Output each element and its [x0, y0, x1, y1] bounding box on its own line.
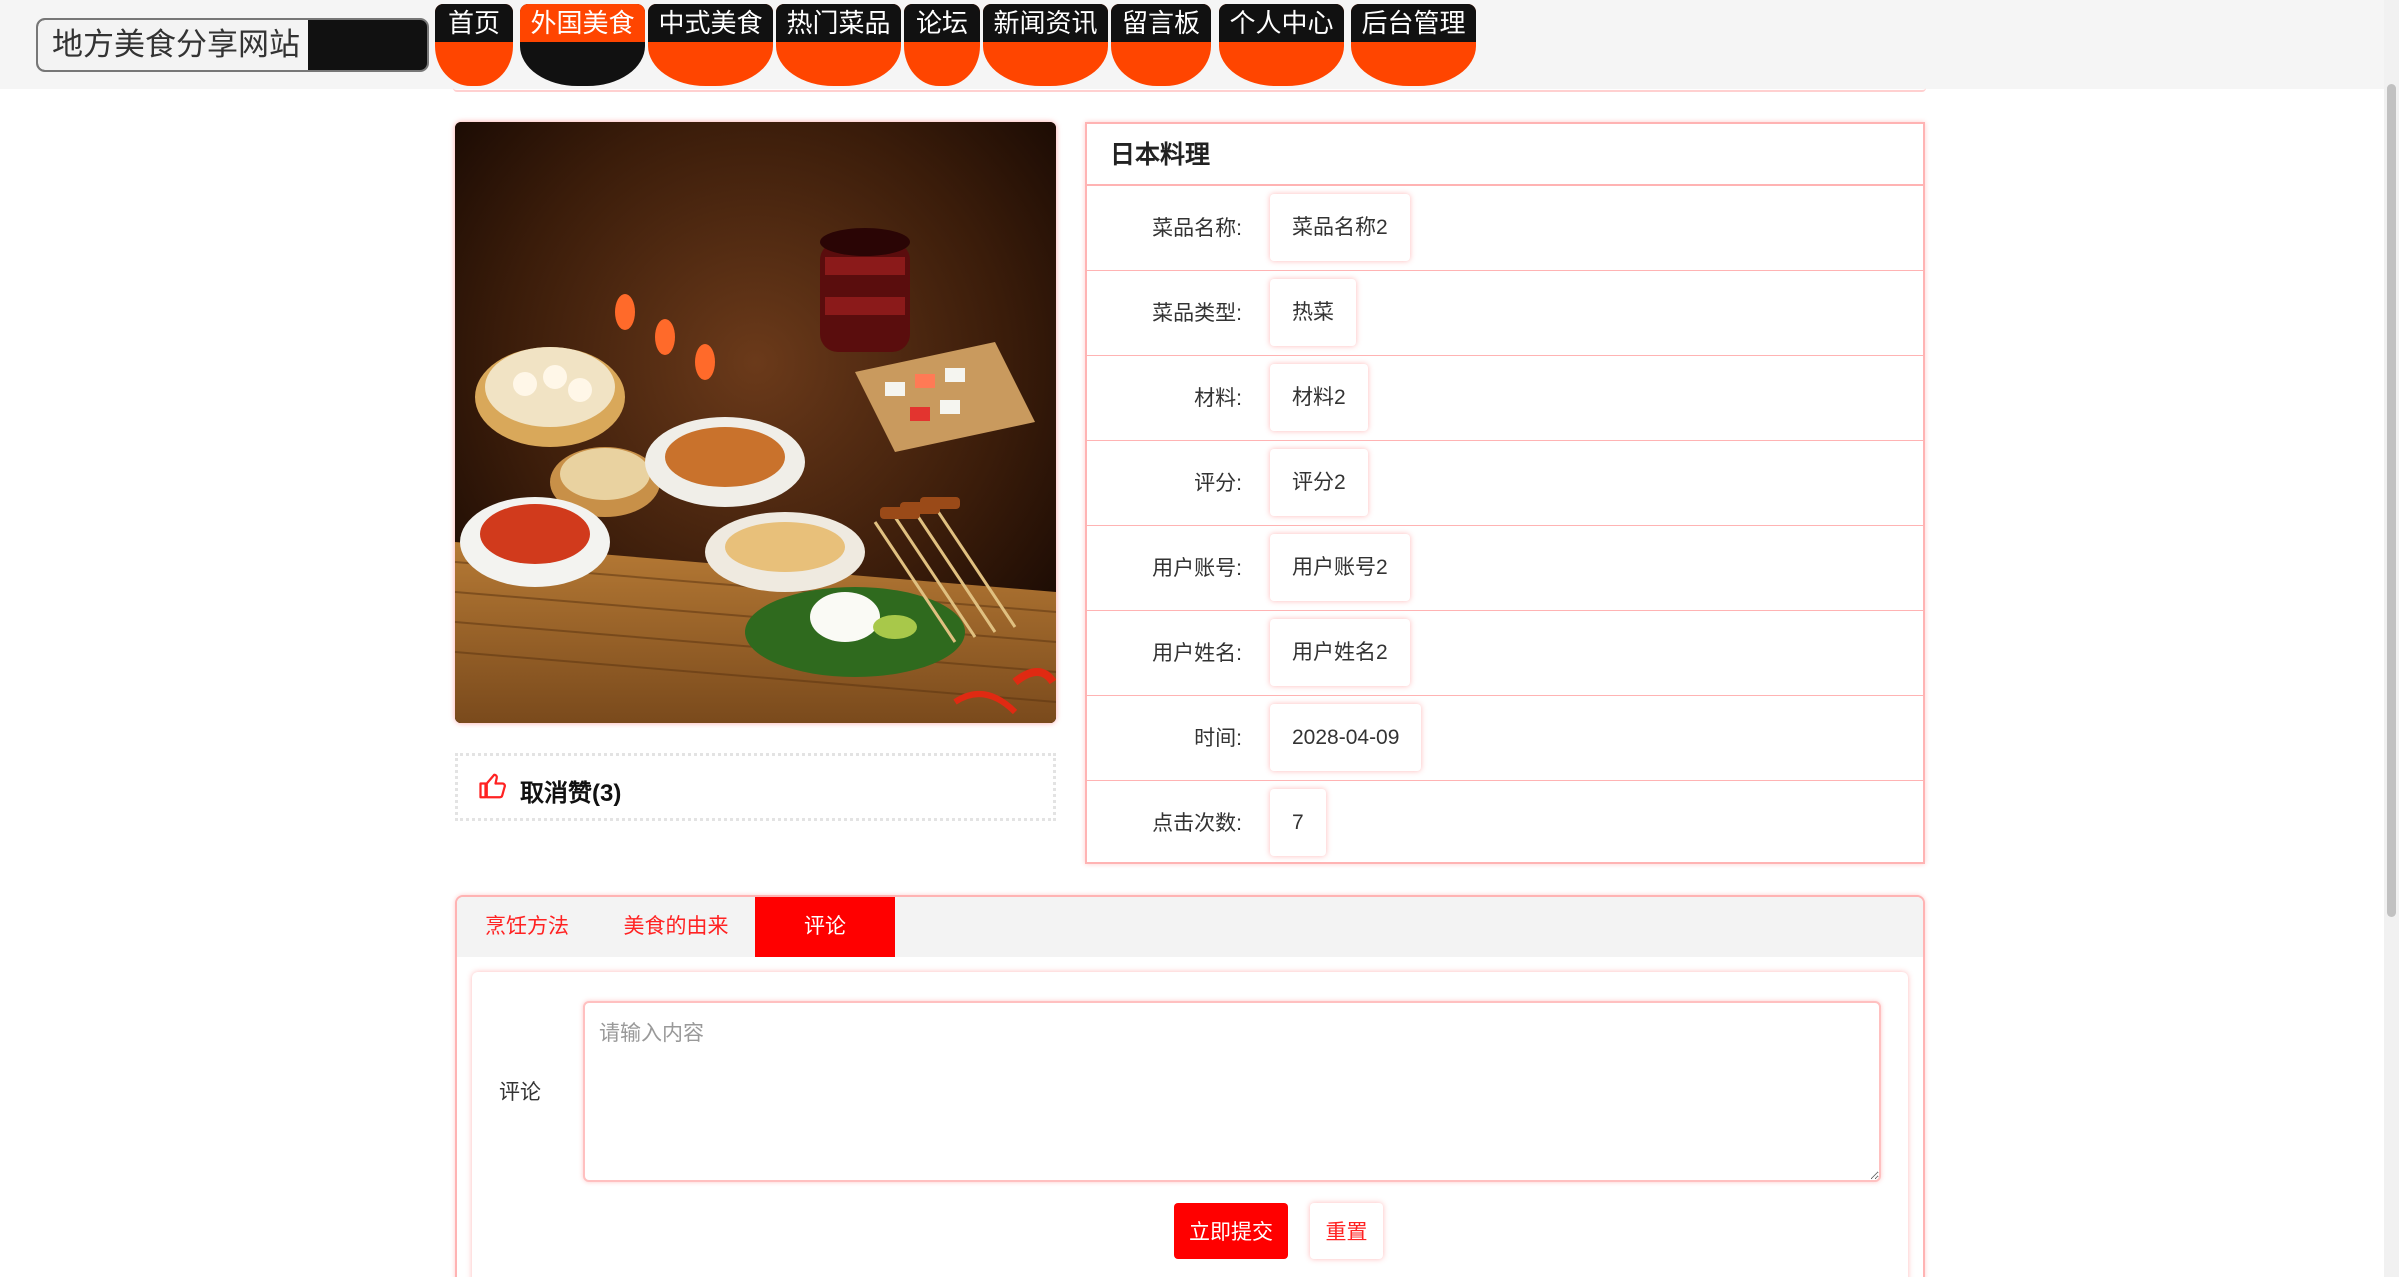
tabs-panel: 烹饪方法 美食的由来 评论 评论 立即提交 重置: [455, 895, 1925, 1277]
tab-cooking-method[interactable]: 烹饪方法: [457, 897, 597, 957]
divider: [453, 88, 1926, 92]
nav-item-chinese-food[interactable]: 中式美食: [648, 4, 773, 86]
detail-row-ingredients: 材料: 材料2: [1087, 356, 1923, 441]
tab-bar: 烹饪方法 美食的由来 评论: [457, 897, 1923, 957]
detail-row-rating: 评分: 评分2: [1087, 441, 1923, 526]
detail-label: 用户账号:: [1152, 557, 1242, 580]
detail-value: 用户姓名2: [1270, 619, 1410, 686]
detail-value: 菜品名称2: [1270, 194, 1410, 261]
detail-label: 材料:: [1194, 387, 1242, 410]
detail-label: 菜品类型:: [1152, 302, 1242, 325]
detail-value: 用户账号2: [1270, 534, 1410, 601]
detail-row-click-count: 点击次数: 7: [1087, 781, 1923, 866]
detail-row-user-name: 用户姓名: 用户姓名2: [1087, 611, 1923, 696]
nav-item-message-board[interactable]: 留言板: [1111, 4, 1211, 86]
detail-value: 热菜: [1270, 279, 1356, 346]
detail-label: 评分:: [1194, 472, 1242, 495]
detail-label: 用户姓名:: [1152, 642, 1242, 665]
detail-label: 点击次数:: [1152, 812, 1242, 835]
detail-row-time: 时间: 2028-04-09: [1087, 696, 1923, 781]
nav-label: 新闻资讯: [983, 4, 1108, 42]
detail-row-user-account: 用户账号: 用户账号2: [1087, 526, 1923, 611]
nav-item-news[interactable]: 新闻资讯: [983, 4, 1108, 86]
reset-button[interactable]: 重置: [1310, 1203, 1383, 1259]
detail-label: 菜品名称:: [1152, 217, 1242, 240]
detail-value: 2028-04-09: [1270, 704, 1422, 771]
like-button[interactable]: 取消赞(3): [455, 753, 1056, 821]
food-feast-photo: [455, 122, 1056, 723]
nav-label: 论坛: [904, 4, 980, 42]
top-navigation-bar: 地方美食分享网站 首页 外国美食 中式美食 热门菜品 论坛 新闻资讯 留言板 个…: [0, 0, 2384, 89]
nav-label: 个人中心: [1219, 4, 1344, 42]
nav-item-hot-dishes[interactable]: 热门菜品: [776, 4, 901, 86]
detail-value: 材料2: [1270, 364, 1368, 431]
nav-label: 中式美食: [648, 4, 773, 42]
nav-label: 后台管理: [1351, 4, 1476, 42]
page-scrollbar[interactable]: [2384, 0, 2399, 1277]
tab-food-origin[interactable]: 美食的由来: [597, 897, 755, 957]
nav-label: 首页: [435, 4, 513, 42]
site-title: 地方美食分享网站: [38, 20, 308, 70]
thumbs-up-icon: [479, 773, 506, 799]
nav-item-foreign-food[interactable]: 外国美食: [520, 4, 645, 86]
comment-form: 评论 立即提交 重置: [472, 972, 1908, 1277]
tab-comments[interactable]: 评论: [755, 897, 895, 957]
detail-value: 评分2: [1270, 449, 1368, 516]
comment-label: 评论: [499, 1081, 541, 1104]
detail-value: 7: [1270, 789, 1326, 856]
site-logo[interactable]: 地方美食分享网站: [36, 18, 429, 72]
nav-item-forum[interactable]: 论坛: [904, 4, 980, 86]
detail-row-dish-name: 菜品名称: 菜品名称2: [1087, 186, 1923, 271]
comment-input[interactable]: [583, 1001, 1881, 1182]
nav-label: 热门菜品: [776, 4, 901, 42]
food-image: [455, 122, 1056, 723]
nav-label: 留言板: [1111, 4, 1211, 42]
detail-label: 时间:: [1194, 727, 1242, 750]
nav-label: 外国美食: [520, 4, 645, 42]
dish-title: 日本料理: [1087, 124, 1923, 186]
dish-detail-panel: 日本料理 菜品名称: 菜品名称2 菜品类型: 热菜 材料: 材料2 评分: 评分…: [1085, 122, 1925, 864]
nav-item-personal-center[interactable]: 个人中心: [1219, 4, 1344, 86]
nav-item-admin[interactable]: 后台管理: [1351, 4, 1476, 86]
detail-row-dish-type: 菜品类型: 热菜: [1087, 271, 1923, 356]
scrollbar-thumb[interactable]: [2387, 84, 2396, 917]
like-label: 取消赞(3): [520, 780, 622, 807]
nav-item-home[interactable]: 首页: [435, 4, 513, 86]
submit-button[interactable]: 立即提交: [1174, 1203, 1288, 1259]
